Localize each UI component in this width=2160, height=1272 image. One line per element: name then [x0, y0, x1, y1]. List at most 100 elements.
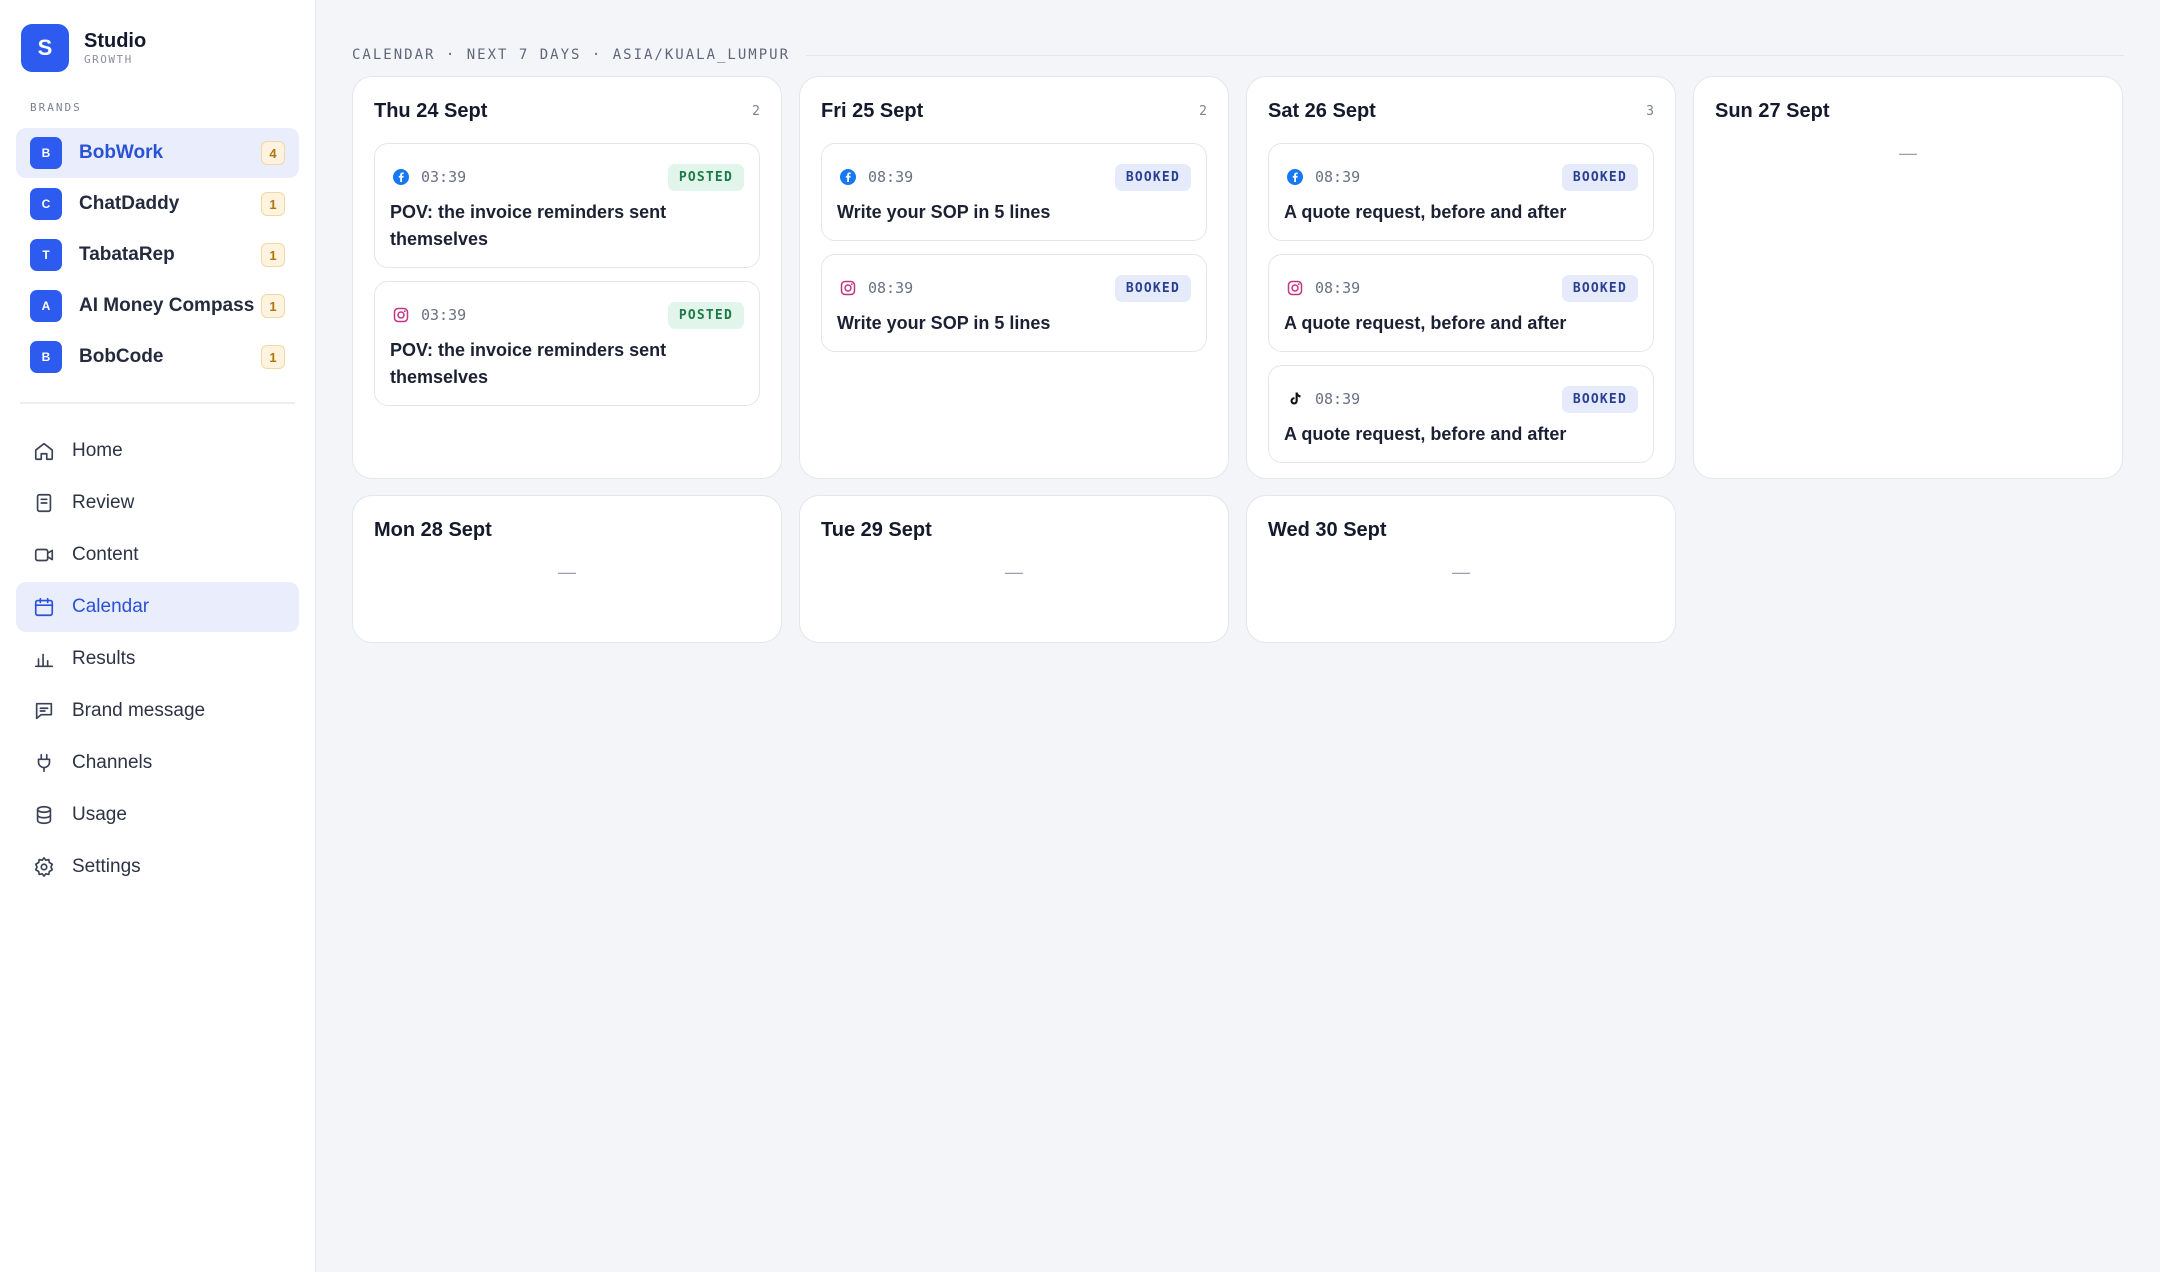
app-title: Studio — [84, 29, 147, 52]
brand-name: ChatDaddy — [79, 193, 180, 214]
day-card: Mon 28 Sept — — [352, 495, 782, 643]
post-meta-row: 08:39 BOOKED — [1284, 384, 1638, 414]
post-title: A quote request, before and after — [1284, 202, 1567, 222]
brand-avatar: B — [30, 341, 62, 373]
brand-count-badge: 1 — [261, 294, 285, 318]
day-header: Fri 25 Sept 2 — [821, 99, 1207, 123]
post-meta-row: 08:39 BOOKED — [837, 273, 1191, 303]
day-header: Wed 30 Sept — [1268, 518, 1654, 542]
day-card: Sun 27 Sept — — [1693, 76, 2123, 479]
day-header: Sun 27 Sept — [1715, 99, 2101, 123]
nav-item-content[interactable]: Content — [16, 530, 299, 580]
brand-avatar: A — [30, 290, 62, 322]
nav-item-results[interactable]: Results — [16, 634, 299, 684]
empty-day-marker: — — [558, 562, 576, 582]
brand-item-ai-money-compass[interactable]: A AI Money Compass 1 — [16, 281, 299, 331]
calendar-icon — [32, 595, 56, 619]
post-meta-row: 08:39 BOOKED — [1284, 162, 1638, 192]
brand-name: TabataRep — [79, 244, 175, 265]
empty-day-marker: — — [1005, 562, 1023, 582]
status-badge: BOOKED — [1561, 385, 1638, 413]
brand-name: AI Money Compass — [79, 295, 255, 316]
brand-item-bobwork[interactable]: B BobWork 4 — [16, 128, 299, 178]
nav-item-channels[interactable]: Channels — [16, 738, 299, 788]
day-card: Fri 25 Sept 2 08:39 BOOKED Write your SOP in… — [799, 76, 1229, 479]
post-time: 03:39 — [421, 168, 467, 186]
app-subtitle: GROWTH — [84, 52, 133, 66]
post-meta-row: 03:39 POSTED — [390, 300, 744, 330]
day-card: Sat 26 Sept 3 08:39 BOOKED A quote request, … — [1246, 76, 1676, 479]
nav-label: Settings — [72, 856, 141, 877]
nav-item-usage[interactable]: Usage — [16, 790, 299, 840]
post-time: 08:39 — [868, 168, 914, 186]
scheduled-post-card[interactable]: 08:39 BOOKED A quote request, before and a… — [1268, 254, 1654, 352]
nav-item-settings[interactable]: Settings — [16, 842, 299, 892]
status-badge: BOOKED — [1114, 274, 1191, 302]
brand-list: B BobWork 4 C ChatDaddy 1 T TabataRep 1 A AI Money… — [16, 128, 299, 382]
sidebar-divider — [20, 402, 295, 404]
day-header: Sat 26 Sept 3 — [1268, 99, 1654, 123]
brand-item-tabatarep[interactable]: T TabataRep 1 — [16, 230, 299, 280]
status-badge: BOOKED — [1114, 163, 1191, 191]
post-time: 08:39 — [1315, 168, 1361, 186]
day-title: Wed 30 Sept — [1268, 518, 1387, 541]
database-icon — [32, 803, 56, 827]
scheduled-post-card[interactable]: 08:39 BOOKED A quote request, before and a… — [1268, 143, 1654, 241]
brand-item-bobcode[interactable]: B BobCode 1 — [16, 332, 299, 382]
calendar-header: CALENDAR · NEXT 7 DAYS · ASIA/KUALA_LUMP… — [352, 44, 2124, 66]
brand-avatar: B — [30, 137, 62, 169]
scheduled-post-card[interactable]: 03:39 POSTED POV: the invoice reminders se… — [374, 143, 760, 268]
post-meta: 03:39 — [390, 168, 466, 186]
brand-avatar: T — [30, 239, 62, 271]
day-header: Thu 24 Sept 2 — [374, 99, 760, 123]
facebook-icon — [1286, 168, 1304, 186]
nav-item-home[interactable]: Home — [16, 426, 299, 476]
brand-name: BobWork — [79, 142, 164, 163]
logo[interactable]: S Studio GROWTH — [16, 22, 299, 74]
post-title: Write your SOP in 5 lines — [837, 313, 1051, 333]
video-icon — [32, 543, 56, 567]
brand-avatar: C — [30, 188, 62, 220]
header-rule — [806, 54, 2124, 56]
nav-label: Content — [72, 544, 139, 565]
day-post-count: 2 — [1199, 103, 1207, 119]
tiktok-icon — [1286, 390, 1304, 408]
nav-label: Calendar — [72, 596, 150, 617]
nav-item-review[interactable]: Review — [16, 478, 299, 528]
scheduled-post-card[interactable]: 08:39 BOOKED A quote request, before and a… — [1268, 365, 1654, 463]
home-icon — [32, 439, 56, 463]
post-meta: 08:39 — [1284, 279, 1360, 297]
day-grid: Thu 24 Sept 2 03:39 POSTED POV: the invoice … — [352, 76, 2124, 643]
nav-item-calendar[interactable]: Calendar — [16, 582, 299, 632]
day-title: Sun 27 Sept — [1715, 99, 1830, 122]
post-meta: 08:39 — [837, 279, 913, 297]
plug-icon — [32, 751, 56, 775]
nav-label: Channels — [72, 752, 153, 773]
post-time: 08:39 — [1315, 279, 1361, 297]
day-title: Mon 28 Sept — [374, 518, 492, 541]
post-title: POV: the invoice reminders sent themselv… — [390, 202, 667, 249]
brands-label: BRANDS — [30, 101, 82, 114]
day-card: Thu 24 Sept 2 03:39 POSTED POV: the invoice … — [352, 76, 782, 479]
scheduled-post-card[interactable]: 08:39 BOOKED Write your SOP in 5 lines — [821, 143, 1207, 241]
instagram-icon — [839, 279, 857, 297]
message-icon — [32, 699, 56, 723]
brand-item-chatdaddy[interactable]: C ChatDaddy 1 — [16, 179, 299, 229]
post-title: A quote request, before and after — [1284, 424, 1567, 444]
nav-item-brand-message[interactable]: Brand message — [16, 686, 299, 736]
scheduled-post-card[interactable]: 08:39 BOOKED Write your SOP in 5 lines — [821, 254, 1207, 352]
day-title: Sat 26 Sept — [1268, 99, 1376, 122]
day-header: Mon 28 Sept — [374, 518, 760, 542]
scheduled-post-card[interactable]: 03:39 POSTED POV: the invoice reminders se… — [374, 281, 760, 406]
nav-label: Results — [72, 648, 136, 669]
post-meta-row: 08:39 BOOKED — [837, 162, 1191, 192]
day-card: Wed 30 Sept — — [1246, 495, 1676, 643]
nav-label: Brand message — [72, 700, 206, 721]
brand-name: BobCode — [79, 346, 164, 367]
day-card: Tue 29 Sept — — [799, 495, 1229, 643]
day-post-count: 2 — [752, 103, 760, 119]
empty-day-marker: — — [1899, 143, 1917, 163]
nav-label: Review — [72, 492, 135, 513]
status-badge: POSTED — [667, 301, 744, 329]
post-meta: 08:39 — [1284, 168, 1360, 186]
